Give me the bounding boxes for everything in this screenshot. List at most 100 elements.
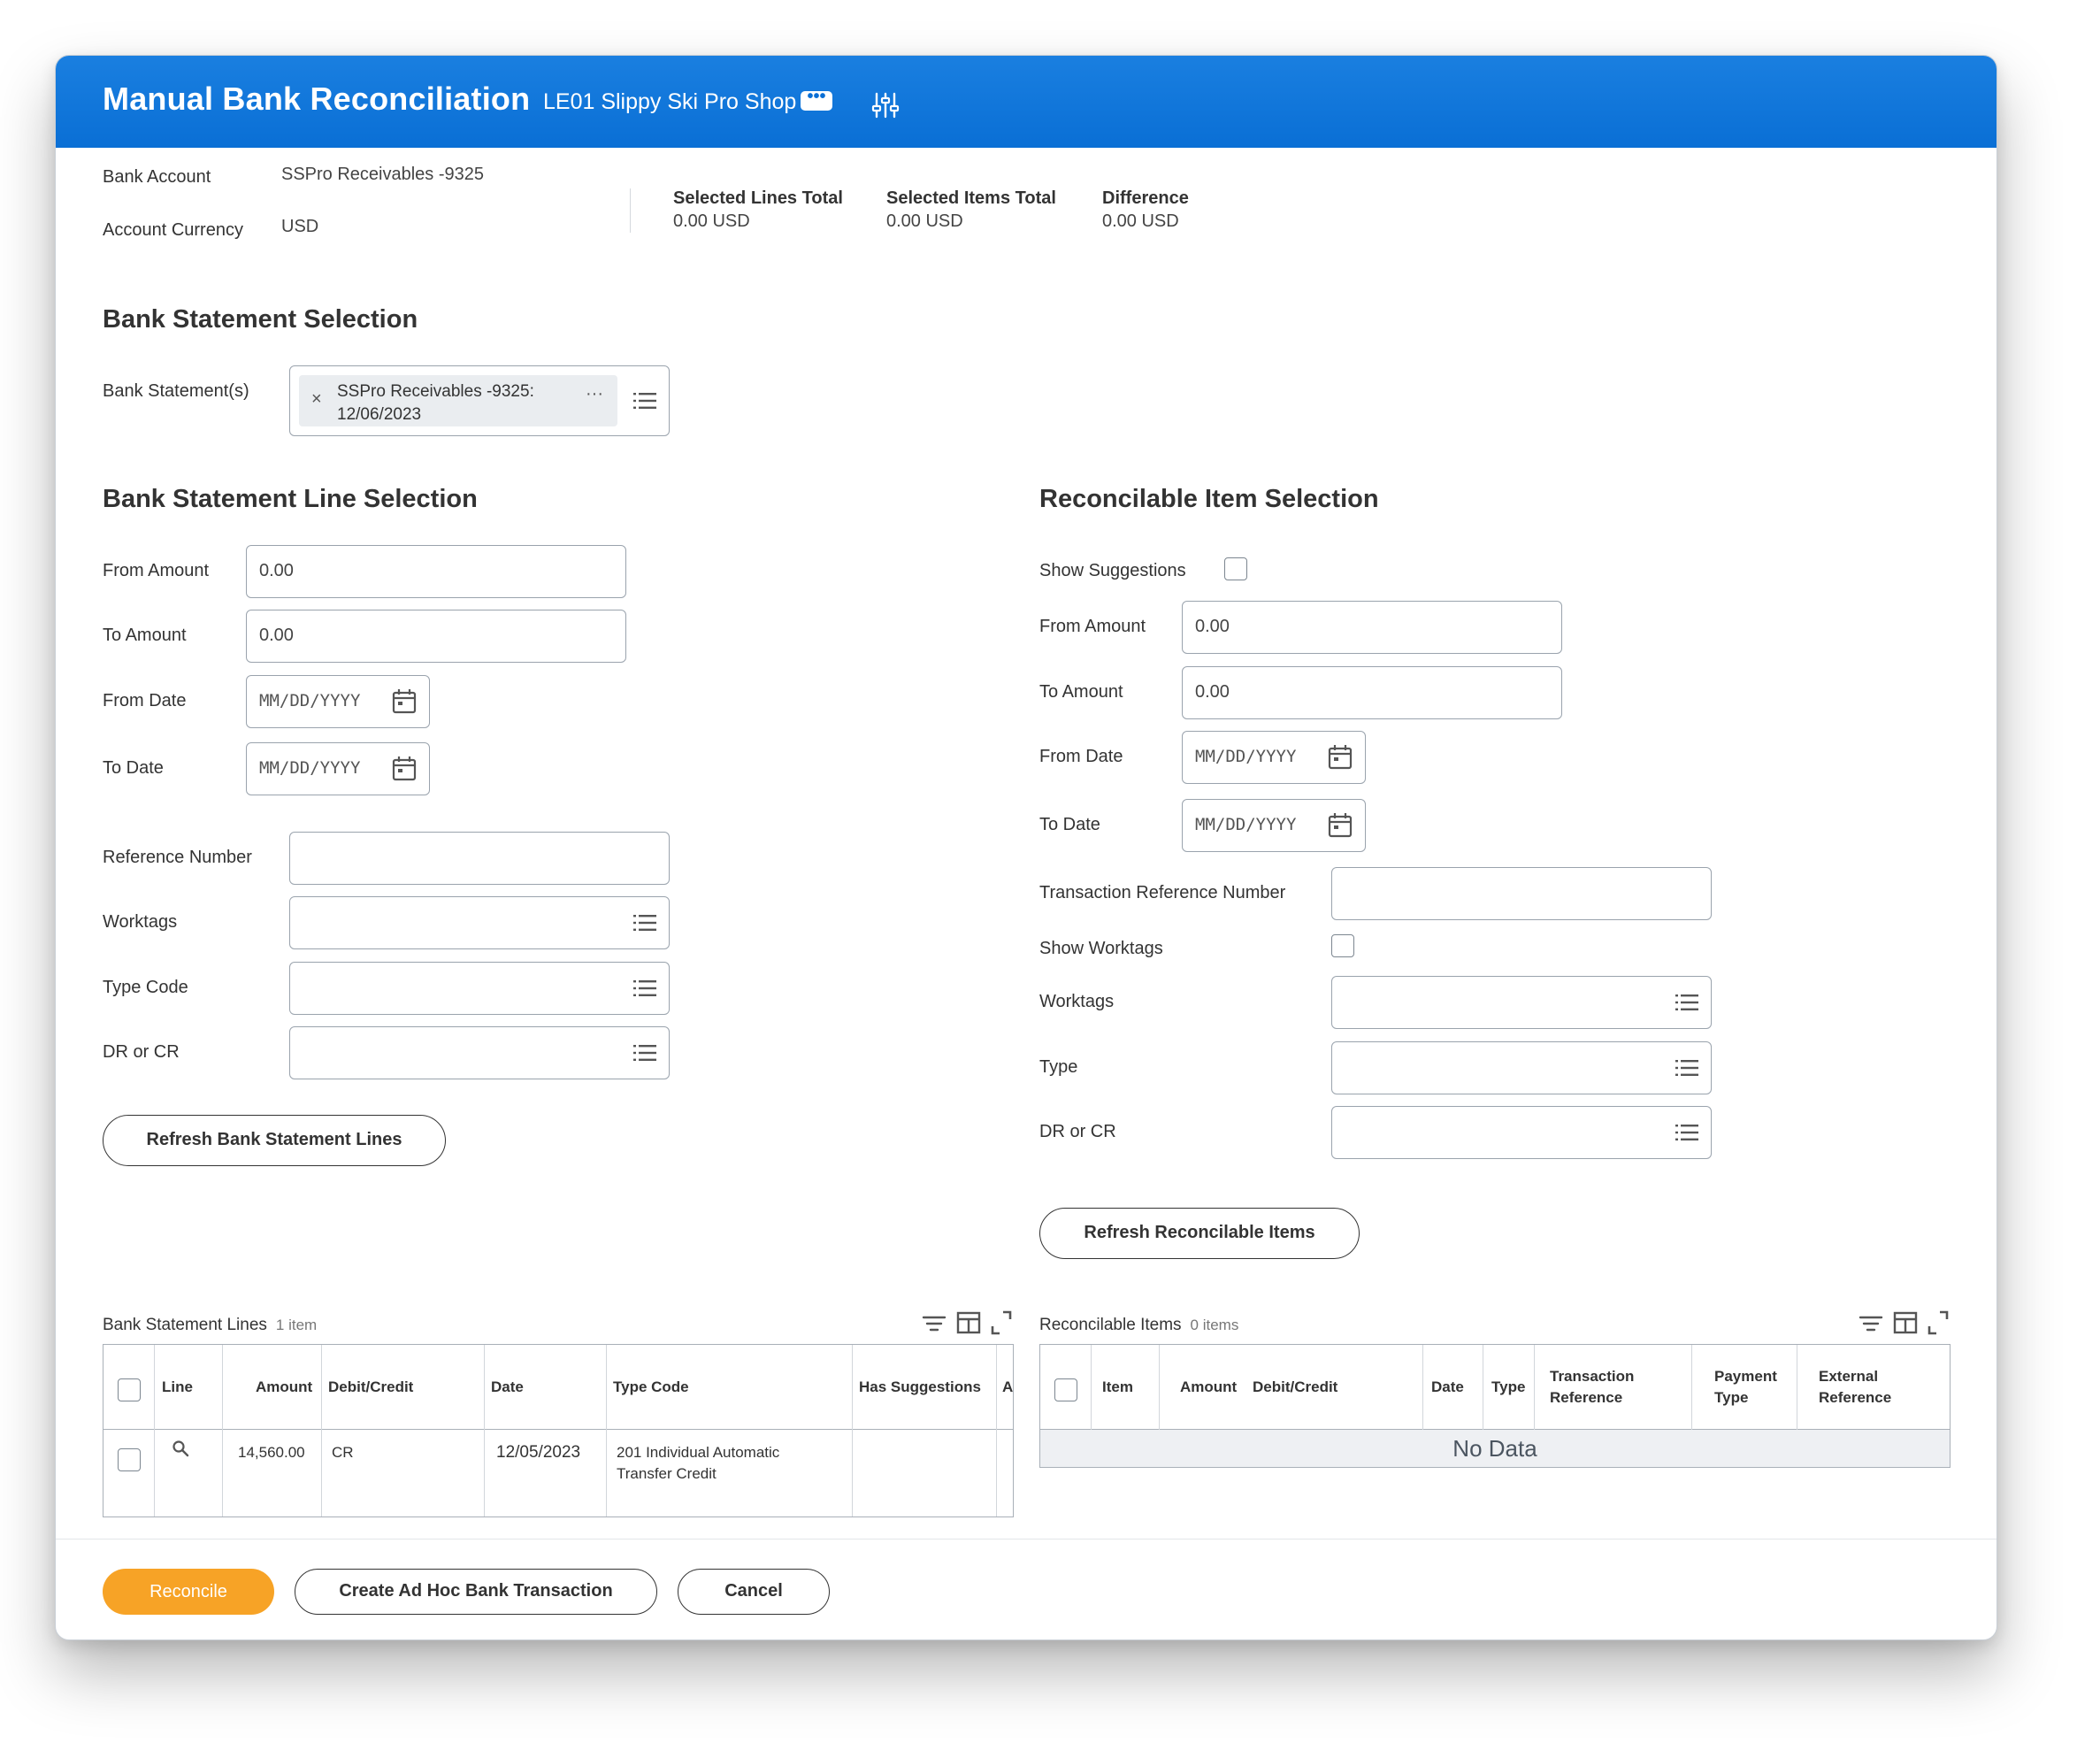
related-actions-icon[interactable]: ••• [801, 88, 832, 111]
create-ad-hoc-bank-transaction-button[interactable]: Create Ad Hoc Bank Transaction [295, 1569, 657, 1615]
item-to-amount-label: To Amount [1039, 682, 1123, 702]
refresh-bank-statement-lines-button[interactable]: Refresh Bank Statement Lines [103, 1115, 446, 1166]
prompt-list-icon[interactable] [1675, 993, 1698, 1012]
show-suggestions-label: Show Suggestions [1039, 561, 1186, 580]
item-selection-title: Reconcilable Item Selection [1039, 485, 1379, 513]
bank-statement-chip-text: SSPro Receivables -9325: 12/06/2023 [337, 380, 576, 426]
close-icon[interactable]: × [311, 389, 322, 410]
line-from-amount-input[interactable]: 0.00 [246, 545, 626, 598]
account-currency-value: USD [281, 217, 319, 236]
line-worktags-input[interactable] [289, 896, 670, 949]
prompt-list-icon[interactable] [633, 979, 656, 998]
col-external-reference[interactable]: External Reference [1819, 1366, 1891, 1409]
bank-statement-chip[interactable]: × SSPro Receivables -9325: 12/06/2023 ··… [299, 375, 617, 426]
line-from-date-input[interactable]: MM/DD/YYYY [246, 675, 430, 728]
reconcile-button[interactable]: Reconcile [103, 1569, 274, 1615]
col-payment-type-line-1: Payment [1714, 1368, 1777, 1385]
item-type-input[interactable] [1331, 1041, 1712, 1094]
calendar-icon[interactable] [1328, 744, 1353, 771]
bank-account-value: SSPro Receivables -9325 [281, 165, 485, 184]
difference-label: Difference [1102, 188, 1189, 208]
col-item[interactable]: Item [1102, 1377, 1133, 1398]
reconcilable-items-count: 0 items [1190, 1317, 1239, 1333]
cancel-button[interactable]: Cancel [678, 1569, 830, 1615]
line-row-checkbox[interactable] [118, 1448, 141, 1471]
items-table-toolbar [1859, 1310, 1949, 1335]
line-from-amount-value: 0.00 [259, 561, 294, 580]
line-worktags-label: Worktags [103, 912, 178, 932]
bank-statement-lines-count: 1 item [275, 1317, 318, 1333]
columns-icon[interactable] [956, 1311, 981, 1334]
bank-statements-field[interactable]: × SSPro Receivables -9325: 12/06/2023 ··… [289, 365, 670, 436]
expand-icon[interactable] [991, 1310, 1012, 1335]
transaction-reference-input[interactable] [1331, 867, 1712, 920]
line-selection-title: Bank Statement Line Selection [103, 485, 478, 513]
refresh-reconcilable-items-button[interactable]: Refresh Reconcilable Items [1039, 1208, 1360, 1259]
col-item-date[interactable]: Date [1431, 1377, 1464, 1398]
line-to-amount-input[interactable]: 0.00 [246, 610, 626, 663]
item-worktags-label: Worktags [1039, 992, 1115, 1011]
prompt-list-icon[interactable] [1675, 1058, 1698, 1078]
item-to-date-placeholder: MM/DD/YYYY [1195, 815, 1297, 834]
show-suggestions-checkbox[interactable] [1224, 557, 1247, 580]
filter-icon[interactable] [1859, 1316, 1883, 1332]
reconcilable-items-title: Reconcilable Items 0 items [1039, 1316, 1238, 1335]
organization-link[interactable]: LE01 Slippy Ski Pro Shop [543, 89, 796, 115]
col-line[interactable]: Line [162, 1377, 193, 1398]
col-payment-type[interactable]: Payment Type [1714, 1366, 1777, 1409]
prompt-list-icon[interactable] [633, 1043, 656, 1063]
reconcilable-items-title-text: Reconcilable Items [1039, 1316, 1182, 1334]
columns-icon[interactable] [1893, 1311, 1918, 1334]
selected-items-total-label: Selected Items Total [886, 188, 1056, 208]
item-drcr-input[interactable] [1331, 1106, 1712, 1159]
bank-statements-label: Bank Statement(s) [103, 381, 249, 401]
col-date[interactable]: Date [491, 1377, 524, 1398]
item-from-amount-input[interactable]: 0.00 [1182, 601, 1562, 654]
col-transaction-reference-line-1: Transaction [1550, 1368, 1635, 1385]
col-amount[interactable]: Amount [256, 1377, 312, 1398]
page-header: Manual Bank Reconciliation LE01 Slippy S… [56, 56, 1997, 148]
col-transaction-reference[interactable]: Transaction Reference [1550, 1366, 1634, 1409]
calendar-icon[interactable] [392, 688, 417, 715]
item-worktags-input[interactable] [1331, 976, 1712, 1029]
line-from-date-label: From Date [103, 691, 187, 710]
item-from-date-input[interactable]: MM/DD/YYYY [1182, 731, 1366, 784]
item-to-date-label: To Date [1039, 815, 1100, 834]
prompt-list-icon[interactable] [1675, 1123, 1698, 1142]
page-title: Manual Bank Reconciliation [103, 81, 531, 117]
col-transaction-reference-line-2: Reference [1550, 1389, 1623, 1406]
item-type-label: Type [1039, 1057, 1078, 1077]
lines-select-all-checkbox[interactable] [118, 1378, 141, 1401]
type-code-input[interactable] [289, 962, 670, 1015]
show-worktags-label: Show Worktags [1039, 939, 1163, 958]
prompt-list-icon[interactable] [633, 391, 656, 411]
bank-statement-lines-title: Bank Statement Lines 1 item [103, 1316, 317, 1335]
tune-icon[interactable] [871, 91, 900, 119]
calendar-icon[interactable] [392, 756, 417, 782]
reference-number-input[interactable] [289, 832, 670, 885]
items-select-all-checkbox[interactable] [1054, 1378, 1077, 1401]
item-to-amount-input[interactable]: 0.00 [1182, 666, 1562, 719]
expand-icon[interactable] [1928, 1310, 1949, 1335]
col-truncated[interactable]: A [1002, 1377, 1013, 1398]
show-worktags-checkbox[interactable] [1331, 934, 1354, 957]
col-external-reference-line-1: External [1819, 1368, 1879, 1385]
line-drcr-input[interactable] [289, 1026, 670, 1079]
calendar-icon[interactable] [1328, 812, 1353, 839]
line-to-date-input[interactable]: MM/DD/YYYY [246, 742, 430, 795]
item-to-date-input[interactable]: MM/DD/YYYY [1182, 799, 1366, 852]
col-item-type[interactable]: Type [1491, 1377, 1525, 1398]
col-type-code[interactable]: Type Code [613, 1377, 689, 1398]
col-debit-credit[interactable]: Debit/Credit [328, 1377, 413, 1398]
item-from-amount-label: From Amount [1039, 617, 1146, 636]
col-has-suggestions[interactable]: Has Suggestions [859, 1377, 981, 1398]
line-row-type-code: 201 Individual Automatic Transfer Credit [617, 1442, 779, 1485]
col-item-debit-credit[interactable]: Debit/Credit [1253, 1377, 1337, 1398]
prompt-list-icon[interactable] [633, 913, 656, 933]
search-icon[interactable] [172, 1440, 189, 1457]
col-item-amount[interactable]: Amount [1180, 1377, 1237, 1398]
chip-more-icon[interactable]: ··· [586, 384, 603, 404]
filter-icon[interactable] [922, 1316, 947, 1332]
line-to-amount-label: To Amount [103, 626, 187, 645]
bank-statement-lines-title-text: Bank Statement Lines [103, 1316, 267, 1334]
